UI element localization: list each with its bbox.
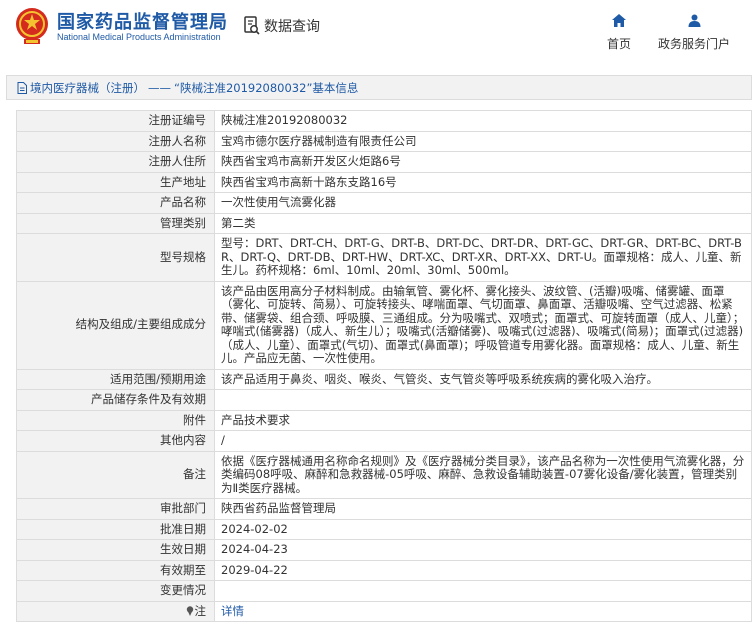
field-value: 陕西省宝鸡市高新十路东支路16号 — [214, 171, 752, 193]
table-row: 型号规格 型号：DRT、DRT-CH、DRT-G、DRT-B、DRT-DC、DR… — [16, 233, 752, 282]
data-query-button[interactable]: 数据查询 — [243, 16, 320, 36]
field-label: 注册证编号 — [16, 110, 215, 132]
field-value: 2024-02-02 — [214, 518, 752, 540]
field-value: 该产品由医用高分子材料制成。由输氧管、雾化杯、雾化接头、波纹管、(活瓣)吸嘴、储… — [214, 280, 752, 370]
field-label: 备注 — [16, 450, 215, 499]
field-value: 依据《医疗器械通用名称命名规则》及《医疗器械分类目录》，该产品名称为一次性使用气… — [214, 450, 752, 499]
field-label: 注册人住所 — [16, 151, 215, 173]
breadcrumb-separator: —— — [148, 80, 171, 95]
field-value: 第二类 — [214, 212, 752, 234]
field-label: 其他内容 — [16, 430, 215, 452]
field-label: 生产地址 — [16, 171, 215, 193]
field-value: 陕械注准20192080032 — [214, 110, 752, 132]
field-value: 一次性使用气流雾化器 — [214, 192, 752, 214]
table-row: 批准日期 2024-02-02 — [16, 518, 752, 540]
note-value-cell: 详情 — [214, 600, 752, 622]
table-row: 适用范围/预期用途 该产品适用于鼻炎、咽炎、喉炎、气管炎、支气管炎等呼吸系统疾病… — [16, 368, 752, 390]
field-value: 2024-04-23 — [214, 539, 752, 561]
nav-home-label: 首页 — [606, 37, 631, 51]
field-value: 型号：DRT、DRT-CH、DRT-G、DRT-B、DRT-DC、DRT-DR、… — [214, 233, 752, 282]
field-label: 审批部门 — [16, 498, 215, 520]
breadcrumb-category-link[interactable]: 境内医疗器械（注册） — [30, 80, 145, 96]
field-value: 该产品适用于鼻炎、咽炎、喉炎、气管炎、支气管炎等呼吸系统疾病的雾化吸入治疗。 — [214, 368, 752, 390]
field-value — [214, 389, 752, 411]
field-label: 有效期至 — [16, 559, 215, 581]
field-label: 结构及组成/主要组成成分 — [16, 280, 215, 370]
field-label: 注册人名称 — [16, 130, 215, 152]
table-row: 变更情况 — [16, 580, 752, 602]
field-value: 产品技术要求 — [214, 409, 752, 431]
table-row: 注册证编号 陕械注准20192080032 — [16, 110, 752, 132]
field-value — [214, 580, 752, 602]
field-label: 变更情况 — [16, 580, 215, 602]
document-icon — [17, 81, 27, 94]
field-value: / — [214, 430, 752, 452]
breadcrumb-current: “陕械注准20192080032”基本信息 — [174, 80, 359, 95]
site-header: 国家药品监督管理局 National Medical Products Admi… — [0, 0, 752, 62]
field-label: 生效日期 — [16, 539, 215, 561]
data-query-label: 数据查询 — [264, 19, 320, 35]
field-value: 陕西省药品监督管理局 — [214, 498, 752, 520]
field-label: 批准日期 — [16, 518, 215, 540]
table-row: 附件 产品技术要求 — [16, 409, 752, 431]
nav-home[interactable]: 首页 — [604, 12, 634, 52]
details-link[interactable]: 详情 — [221, 604, 244, 618]
table-row: 注册人名称 宝鸡市德尔医疗器械制造有限责任公司 — [16, 130, 752, 152]
user-icon — [688, 14, 700, 27]
site-logo-subtitle: National Medical Products Administration — [57, 32, 221, 42]
field-value: 陕西省宝鸡市高新开发区火炬路6号 — [214, 151, 752, 173]
field-value: 2029-04-22 — [214, 559, 752, 581]
table-row: 产品储存条件及有效期 — [16, 389, 752, 411]
table-row: 有效期至 2029-04-22 — [16, 559, 752, 581]
search-document-icon — [244, 16, 260, 35]
field-label: 管理类别 — [16, 212, 215, 234]
table-row: 审批部门 陕西省药品监督管理局 — [16, 498, 752, 520]
national-emblem-icon — [16, 8, 48, 44]
table-row: 结构及组成/主要组成成分 该产品由医用高分子材料制成。由输氧管、雾化杯、雾化接头… — [16, 280, 752, 370]
field-value: 宝鸡市德尔医疗器械制造有限责任公司 — [214, 130, 752, 152]
field-label: 适用范围/预期用途 — [16, 368, 215, 390]
table-row: 产品名称 一次性使用气流雾化器 — [16, 192, 752, 214]
table-row: 生效日期 2024-04-23 — [16, 539, 752, 561]
field-label: 注 — [194, 603, 207, 618]
home-icon — [612, 14, 626, 27]
field-label: 产品储存条件及有效期 — [16, 389, 215, 411]
table-row: 生产地址 陕西省宝鸡市高新十路东支路16号 — [16, 171, 752, 193]
field-label: 附件 — [16, 409, 215, 431]
site-logo-title[interactable]: 国家药品监督管理局 — [57, 8, 228, 34]
field-label: 产品名称 — [16, 192, 215, 214]
breadcrumb: 境内医疗器械（注册） —— “陕械注准20192080032”基本信息 — [6, 75, 752, 100]
table-row: 其他内容 / — [16, 430, 752, 452]
table-row: 备注 依据《医疗器械通用名称命名规则》及《医疗器械分类目录》，该产品名称为一次性… — [16, 450, 752, 499]
pin-icon — [186, 605, 193, 616]
nav-gov-services[interactable]: 政务服务门户 — [656, 12, 732, 52]
table-row: 管理类别 第二类 — [16, 212, 752, 234]
nav-gov-label: 政务服务门户 — [657, 37, 730, 51]
note-label-cell: 注 — [16, 600, 215, 622]
table-row: 注册人住所 陕西省宝鸡市高新开发区火炬路6号 — [16, 151, 752, 173]
table-row: 注 详情 — [16, 600, 752, 622]
detail-table: 注册证编号 陕械注准20192080032 注册人名称 宝鸡市德尔医疗器械制造有… — [16, 110, 752, 622]
field-label: 型号规格 — [16, 233, 215, 282]
